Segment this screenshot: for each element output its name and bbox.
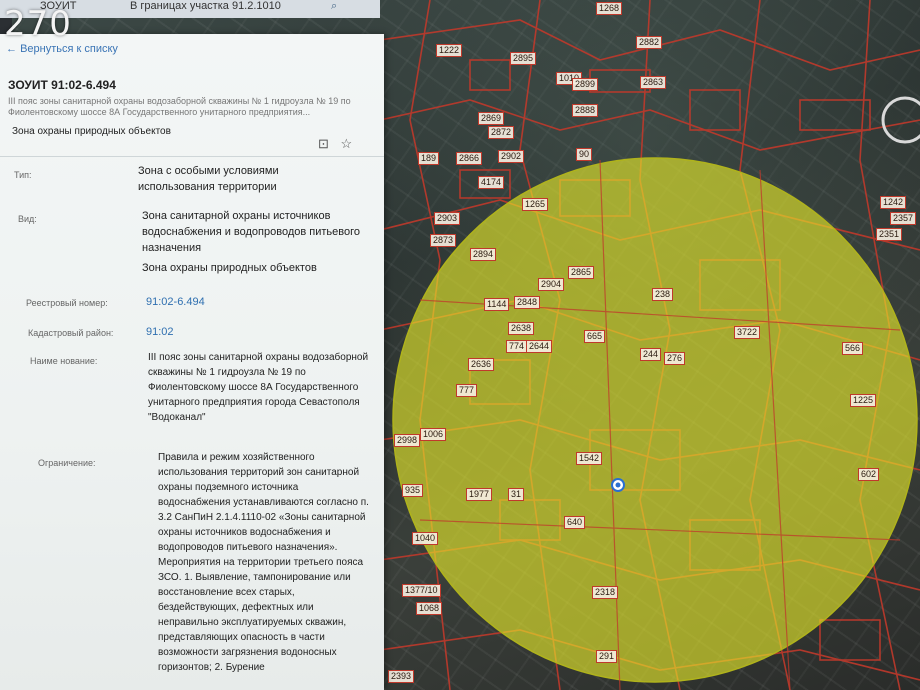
parcel-label[interactable]: 2866 (456, 152, 483, 165)
back-link-text[interactable]: Вернуться к списку (20, 43, 118, 55)
roundabout (881, 96, 920, 144)
parcel-label[interactable]: 1977 (466, 488, 493, 501)
parcel-label[interactable]: 2902 (498, 150, 525, 163)
parcel-label[interactable]: 2351 (876, 228, 903, 241)
parcel-label[interactable]: 1268 (596, 2, 623, 15)
parcel-label[interactable]: 90 (576, 148, 593, 161)
zone-type-label: Зона охраны природных объектов (12, 126, 171, 137)
parcel-label[interactable]: 2998 (394, 434, 421, 447)
parcel-label[interactable]: 665 (584, 330, 606, 343)
parcel-label[interactable]: 2318 (592, 586, 619, 599)
parcel-label[interactable]: 2393 (388, 670, 415, 683)
parcel-label[interactable]: 1377/10 (402, 584, 441, 597)
parcel-label[interactable]: 2869 (478, 112, 505, 125)
parcel-label[interactable]: 2865 (568, 266, 595, 279)
parcel-label[interactable]: 1068 (416, 602, 443, 615)
parcel-label[interactable]: 4174 (478, 176, 505, 189)
registry-number-link[interactable]: 91:02-6.494 (146, 294, 205, 310)
parcel-label[interactable]: 1144 (484, 298, 510, 311)
search-icon[interactable]: ⌕ (331, 0, 337, 13)
search-query[interactable]: В границах участка 91.2.1010 (130, 0, 281, 12)
parcel-label[interactable]: 1242 (880, 196, 907, 209)
parcel-label[interactable]: 3722 (734, 326, 761, 339)
parcel-label[interactable]: 777 (456, 384, 478, 397)
object-title: ЗОУИТ 91:02-6.494 (8, 78, 116, 92)
parcel-label[interactable]: 2888 (572, 104, 599, 117)
object-info-panel: ← Вернуться к списку ЗОУИТ 91:02-6.494 I… (0, 34, 384, 690)
restriction-value: Правила и режим хозяйственного использов… (158, 452, 369, 673)
cadastral-district-link[interactable]: 91:02 (146, 324, 174, 340)
parcel-label[interactable]: 640 (564, 516, 586, 529)
parcel-label[interactable]: 1040 (412, 532, 439, 545)
parcel-label[interactable]: 31 (508, 488, 525, 501)
parcel-label[interactable]: 2872 (488, 126, 515, 139)
type-value: Зона с особыми условиями использования т… (138, 165, 279, 193)
kind-label: Вид: (18, 214, 37, 224)
parcel-label[interactable]: 189 (418, 152, 440, 165)
divider (0, 156, 384, 157)
zoom-to-object-icon[interactable]: ⊡ (318, 136, 329, 151)
parcel-label[interactable]: 566 (842, 342, 864, 355)
name-value: III пояс зоны санитарной охраны водозабо… (148, 352, 369, 423)
parcel-label[interactable]: 1265 (522, 198, 549, 211)
parcel-label[interactable]: 2904 (538, 278, 565, 291)
parcel-label[interactable]: 2895 (510, 52, 537, 65)
restriction-label: Ограничение: (38, 458, 96, 468)
parcel-label[interactable]: 2873 (430, 234, 457, 247)
parcel-label[interactable]: 774 (506, 340, 528, 353)
parcel-label[interactable]: 2863 (640, 76, 667, 89)
parcel-label[interactable]: 276 (664, 352, 686, 365)
parcel-label[interactable]: 602 (858, 468, 880, 481)
object-subtitle: III пояс зоны санитарной охраны водозабо… (8, 96, 351, 117)
registry-label: Реестровый номер: (26, 298, 108, 308)
parcel-label[interactable]: 2638 (508, 322, 535, 335)
parcel-label[interactable]: 238 (652, 288, 674, 301)
back-to-list-link[interactable]: ← Вернуться к списку (6, 43, 118, 55)
kind-value-secondary: Зона охраны природных объектов (142, 262, 317, 274)
parcel-label[interactable]: 244 (640, 348, 662, 361)
parcel-label[interactable]: 935 (402, 484, 424, 497)
watermark-logo: 270 (4, 4, 72, 44)
parcel-label[interactable]: 2644 (526, 340, 553, 353)
kind-value: Зона санитарной охраны источников водосн… (142, 210, 360, 254)
parcel-label[interactable]: 1542 (576, 452, 603, 465)
type-label: Тип: (14, 170, 32, 180)
parcel-label[interactable]: 291 (596, 650, 618, 663)
district-label: Кадастровый район: (28, 328, 114, 338)
panel-actions: ⊡ ☆ (318, 136, 360, 152)
parcel-label[interactable]: 2899 (572, 78, 599, 91)
parcel-label[interactable]: 1225 (850, 394, 877, 407)
star-icon[interactable]: ☆ (341, 136, 353, 151)
parcel-label[interactable]: 1222 (436, 44, 463, 57)
parcel-label[interactable]: 2357 (890, 212, 917, 225)
parcel-label[interactable]: 2903 (434, 212, 461, 225)
parcel-label[interactable]: 2894 (470, 248, 497, 261)
parcel-label[interactable]: 1006 (420, 428, 447, 441)
name-label: Наиме нование: (30, 356, 98, 366)
parcel-label[interactable]: 2848 (514, 296, 541, 309)
sanitary-zone-circle (392, 157, 918, 683)
parcel-label[interactable]: 2636 (468, 358, 495, 371)
parcel-label[interactable]: 2882 (636, 36, 663, 49)
